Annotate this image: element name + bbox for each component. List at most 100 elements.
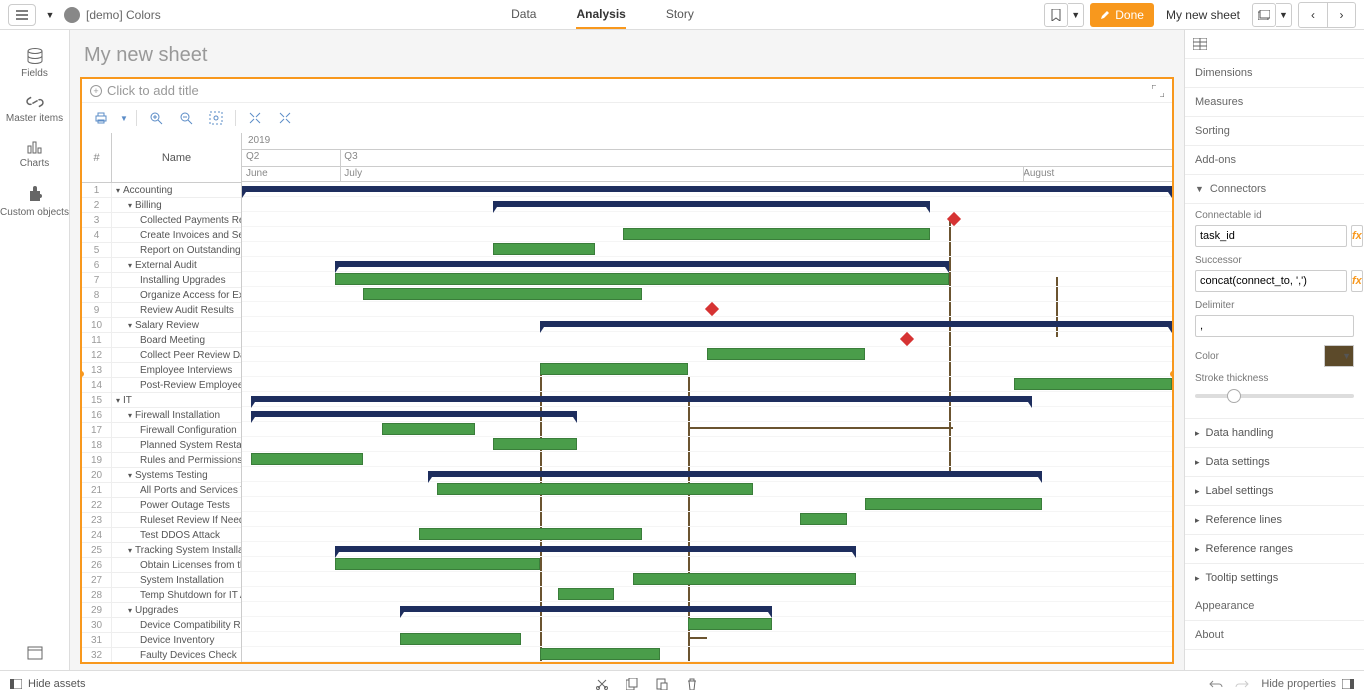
gantt-group-bar[interactable] [335, 546, 856, 552]
menu-dropdown[interactable]: ▼ [42, 4, 58, 26]
gantt-task-bar[interactable] [363, 288, 642, 300]
gantt-task-bar[interactable] [688, 618, 772, 630]
gantt-row[interactable]: 26Obtain Licenses from the V [82, 558, 241, 573]
connectors-section[interactable]: ▼Connectors [1185, 175, 1364, 204]
gantt-row[interactable]: 16▾Firewall Installation [82, 408, 241, 423]
gantt-task-bar[interactable] [437, 483, 753, 495]
gantt-task-bar[interactable] [707, 348, 865, 360]
paste-button[interactable] [656, 678, 668, 690]
gantt-task-bar[interactable] [540, 363, 689, 375]
gantt-task-bar[interactable] [251, 453, 363, 465]
milestone[interactable] [947, 212, 961, 226]
custom-objects-tab[interactable]: Custom objects [0, 177, 69, 226]
expand-all-button[interactable] [274, 107, 296, 129]
gantt-row[interactable]: 32Faulty Devices Check [82, 648, 241, 662]
gantt-row[interactable]: 19Rules and Permissions Aud [82, 453, 241, 468]
tab-data[interactable]: Data [511, 0, 536, 29]
table-view-button[interactable] [1185, 30, 1364, 59]
gantt-task-bar[interactable] [419, 528, 642, 540]
delimiter-input[interactable] [1195, 315, 1354, 337]
collapse-icon[interactable]: ▾ [116, 396, 120, 405]
appearance-section[interactable]: Appearance [1185, 592, 1364, 621]
gantt-row[interactable]: 29▾Upgrades [82, 603, 241, 618]
collapse-icon[interactable]: ▾ [128, 201, 132, 210]
gantt-row[interactable]: 22Power Outage Tests [82, 498, 241, 513]
gantt-row[interactable]: 9Review Audit Results [82, 303, 241, 318]
gantt-row[interactable]: 24Test DDOS Attack [82, 528, 241, 543]
gantt-group-bar[interactable] [242, 186, 1172, 192]
collapse-icon[interactable]: ▾ [128, 261, 132, 270]
gantt-task-bar[interactable] [382, 423, 475, 435]
gantt-row[interactable]: 10▾Salary Review [82, 318, 241, 333]
zoom-out-button[interactable] [175, 107, 197, 129]
fx-button-id[interactable]: fx [1351, 225, 1363, 247]
sheet-settings-button[interactable] [0, 646, 69, 660]
dimensions-section[interactable]: Dimensions [1185, 59, 1364, 88]
fields-tab[interactable]: Fields [0, 40, 69, 87]
gantt-task-bar[interactable] [865, 498, 1042, 510]
gantt-task-bar[interactable] [800, 513, 847, 525]
fit-button[interactable] [205, 107, 227, 129]
gantt-row[interactable]: 6▾External Audit [82, 258, 241, 273]
gantt-task-bar[interactable] [558, 588, 614, 600]
sheet-name[interactable]: My new sheet [1160, 8, 1246, 22]
gantt-row[interactable]: 7Installing Upgrades [82, 273, 241, 288]
sheets-button[interactable] [1252, 3, 1276, 27]
milestone[interactable] [705, 302, 719, 316]
gantt-row[interactable]: 5Report on Outstanding Co [82, 243, 241, 258]
gantt-row[interactable]: 4Create Invoices and Send t [82, 228, 241, 243]
collapse-icon[interactable]: ▾ [128, 471, 132, 480]
sheets-dropdown[interactable]: ▼ [1276, 3, 1292, 27]
viz-title[interactable]: + Click to add title [90, 83, 199, 98]
gantt-row[interactable]: 17Firewall Configuration [82, 423, 241, 438]
copy-button[interactable] [626, 678, 638, 690]
gantt-row[interactable]: 14Post-Review Employee Int [82, 378, 241, 393]
collapse-icon[interactable]: ▾ [128, 411, 132, 420]
sheet-title[interactable]: My new sheet [80, 36, 1174, 77]
hide-properties-button[interactable]: Hide properties [1261, 678, 1354, 690]
gantt-row[interactable]: 31Device Inventory [82, 633, 241, 648]
bookmark-dropdown[interactable]: ▼ [1068, 3, 1084, 27]
viz-container[interactable]: + Click to add title ▼ [80, 77, 1174, 664]
reference-lines-section[interactable]: ▸Reference lines [1185, 505, 1364, 534]
charts-tab[interactable]: Charts [0, 132, 69, 177]
menu-button[interactable] [8, 4, 36, 26]
gantt-task-bar[interactable] [493, 243, 595, 255]
zoom-in-button[interactable] [145, 107, 167, 129]
prev-sheet-button[interactable]: ‹ [1299, 3, 1327, 27]
gantt-group-bar[interactable] [335, 261, 949, 267]
expand-button[interactable] [1152, 85, 1164, 97]
gantt-group-bar[interactable] [493, 201, 930, 207]
redo-button[interactable] [1235, 679, 1249, 689]
gantt-row[interactable]: 1▾Accounting [82, 183, 241, 198]
done-button[interactable]: Done [1090, 3, 1154, 27]
about-section[interactable]: About [1185, 621, 1364, 650]
fx-button-successor[interactable]: fx [1351, 270, 1363, 292]
undo-button[interactable] [1209, 679, 1223, 689]
gantt-task-bar[interactable] [633, 573, 856, 585]
tab-story[interactable]: Story [666, 0, 694, 29]
gantt-row[interactable]: 25▾Tracking System Installation [82, 543, 241, 558]
addons-section[interactable]: Add-ons [1185, 146, 1364, 175]
gantt-task-bar[interactable] [623, 228, 930, 240]
gantt-group-bar[interactable] [540, 321, 1172, 327]
gantt-task-bar[interactable] [1014, 378, 1172, 390]
gantt-row[interactable]: 15▾IT [82, 393, 241, 408]
master-items-tab[interactable]: Master items [0, 87, 69, 132]
gantt-row[interactable]: 28Temp Shutdown for IT Aud [82, 588, 241, 603]
print-button[interactable] [90, 107, 112, 129]
milestone[interactable] [900, 332, 914, 346]
collapse-all-button[interactable] [244, 107, 266, 129]
label-settings-section[interactable]: ▸Label settings [1185, 476, 1364, 505]
tab-analysis[interactable]: Analysis [576, 0, 625, 29]
print-dropdown[interactable]: ▼ [120, 114, 128, 123]
gantt-group-bar[interactable] [428, 471, 1042, 477]
slider-thumb[interactable] [1227, 389, 1241, 403]
gantt-group-bar[interactable] [400, 606, 772, 612]
next-sheet-button[interactable]: › [1327, 3, 1355, 27]
gantt-task-bar[interactable] [335, 558, 540, 570]
gantt-row[interactable]: 21All Ports and Services Test [82, 483, 241, 498]
gantt-row[interactable]: 30Device Compatibility Revie [82, 618, 241, 633]
gantt-row[interactable]: 23Ruleset Review If Needed [82, 513, 241, 528]
gantt-task-bar[interactable] [335, 273, 949, 285]
